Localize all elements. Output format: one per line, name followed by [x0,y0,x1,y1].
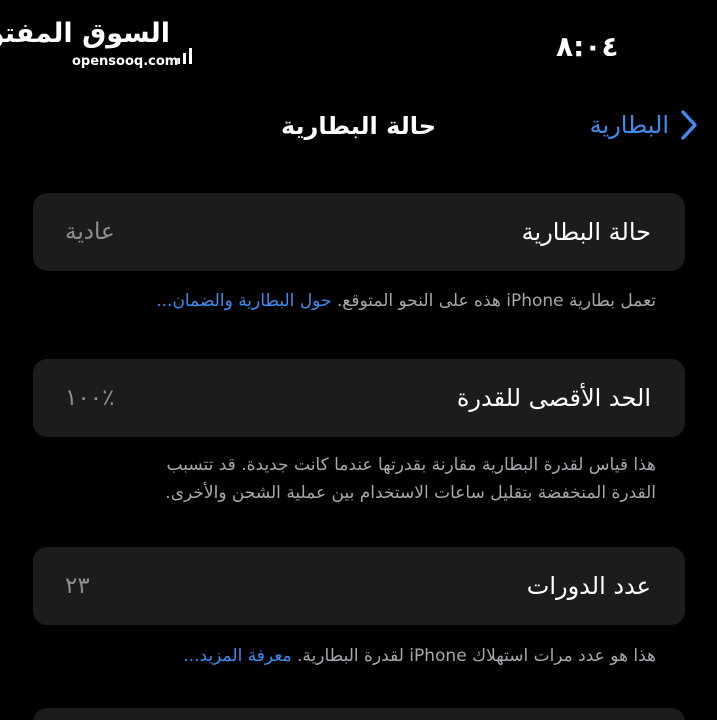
max-capacity-row: الحد الأقصى للقدرة ٪١٠٠ [33,359,685,437]
battery-health-row: حالة البطارية عادية [33,193,685,271]
battery-health-label: حالة البطارية [521,218,651,246]
max-capacity-label: الحد الأقصى للقدرة [456,384,651,412]
battery-health-note: تعمل بطارية iPhone هذه على النحو المتوقع… [156,291,656,311]
cycle-count-note: هذا هو عدد مرات استهلاك iPhone لقدرة الب… [183,646,656,666]
max-capacity-value: ٪١٠٠ [65,385,115,411]
status-time: ٨:٠٤ [556,30,619,63]
battery-warranty-link[interactable]: حول البطارية والضمان... [156,291,331,311]
cycle-count-label: عدد الدورات [526,572,651,600]
watermark-brand: السوق المفتوح [0,18,170,49]
battery-health-value: عادية [65,219,115,245]
page-title: حالة البطارية [280,112,437,140]
next-section-card [33,708,685,720]
battery-health-screen: السوق المفتوح opensooq.com ٨:٠٤ البطارية… [0,0,717,720]
learn-more-link[interactable]: معرفة المزيد... [183,646,291,666]
opensooq-watermark: السوق المفتوح opensooq.com [0,18,192,76]
max-capacity-note: هذا قياس لقدرة البطارية مقارنة بقدرتها ع… [165,455,656,503]
cycle-count-row: عدد الدورات ٢٣ [33,547,685,625]
cycle-count-value: ٢٣ [65,573,90,599]
watermark-site: opensooq.com [72,54,179,69]
